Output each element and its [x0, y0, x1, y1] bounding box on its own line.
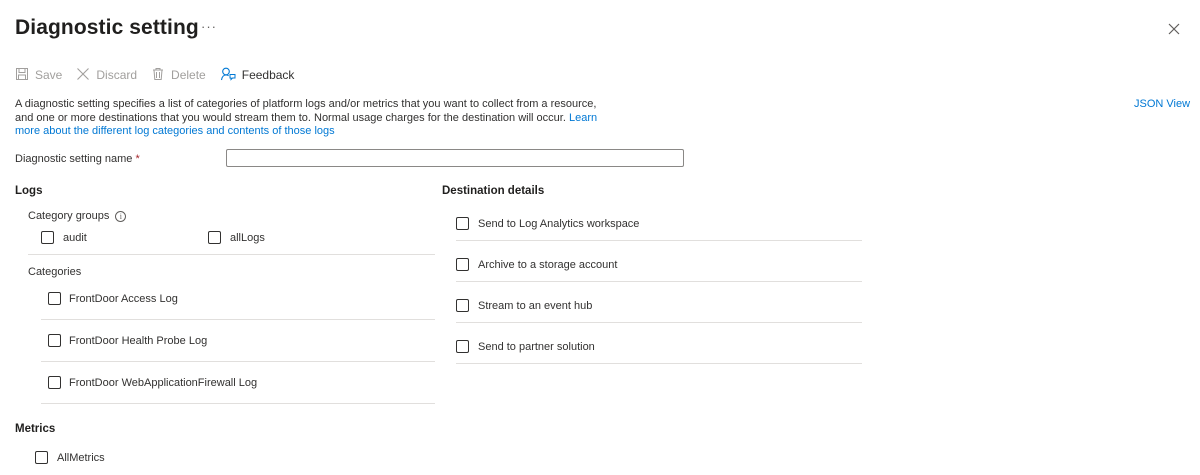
storage-account-label: Archive to a storage account — [478, 258, 618, 271]
description-line-2: and one or more destinations that you wo… — [15, 112, 615, 126]
close-icon[interactable] — [1165, 20, 1183, 38]
divider — [41, 319, 435, 320]
divider — [456, 363, 862, 364]
event-hub-label: Stream to an event hub — [478, 299, 593, 312]
categories-label: Categories — [28, 266, 82, 278]
learn-more-link[interactable]: Learn — [569, 112, 597, 124]
category-item-health-probe-log[interactable]: FrontDoor Health Probe Log — [48, 334, 207, 347]
category-groups-text: Category groups — [28, 210, 110, 222]
save-label: Save — [35, 68, 63, 82]
storage-account-checkbox[interactable] — [456, 258, 469, 271]
alllogs-label: allLogs — [230, 231, 265, 244]
waf-log-label: FrontDoor WebApplicationFirewall Log — [69, 376, 258, 389]
trash-icon — [151, 67, 171, 84]
access-log-label: FrontDoor Access Log — [69, 292, 178, 305]
allmetrics-label: AllMetrics — [57, 451, 105, 464]
health-probe-log-checkbox[interactable] — [48, 334, 61, 347]
setting-name-label-text: Diagnostic setting name — [15, 153, 133, 165]
required-mark: * — [135, 153, 140, 165]
destination-heading: Destination details — [442, 185, 545, 197]
metric-item-allmetrics[interactable]: AllMetrics — [35, 451, 105, 464]
save-icon — [15, 67, 35, 84]
allmetrics-checkbox[interactable] — [35, 451, 48, 464]
health-probe-log-label: FrontDoor Health Probe Log — [69, 334, 208, 347]
log-analytics-checkbox[interactable] — [456, 217, 469, 230]
more-options-button[interactable]: ··· — [201, 19, 217, 34]
metrics-heading: Metrics — [15, 423, 56, 435]
audit-label: audit — [63, 231, 87, 244]
info-icon[interactable]: i — [115, 210, 127, 222]
divider — [41, 403, 435, 404]
partner-solution-checkbox[interactable] — [456, 340, 469, 353]
divider — [456, 322, 862, 323]
destination-item-storage-account[interactable]: Archive to a storage account — [456, 258, 617, 271]
setting-name-label: Diagnostic setting name * — [15, 153, 140, 165]
divider — [456, 281, 862, 282]
audit-checkbox[interactable] — [41, 231, 54, 244]
discard-label: Discard — [96, 68, 138, 82]
destination-item-log-analytics[interactable]: Send to Log Analytics workspace — [456, 217, 639, 230]
divider — [28, 254, 435, 255]
category-groups-label: Category groups i — [28, 210, 127, 222]
destination-item-partner-solution[interactable]: Send to partner solution — [456, 340, 595, 353]
destination-item-event-hub[interactable]: Stream to an event hub — [456, 299, 592, 312]
divider — [41, 361, 435, 362]
log-analytics-label: Send to Log Analytics workspace — [478, 217, 640, 230]
learn-more-link-continued[interactable]: more about the different log categories … — [15, 125, 615, 139]
feedback-button[interactable]: Feedback — [220, 66, 295, 85]
json-view-link[interactable]: JSON View — [1134, 98, 1190, 110]
category-item-access-log[interactable]: FrontDoor Access Log — [48, 292, 178, 305]
discard-icon — [76, 67, 96, 84]
access-log-checkbox[interactable] — [48, 292, 61, 305]
discard-button[interactable]: Discard — [76, 67, 137, 84]
page-title: Diagnostic setting — [15, 16, 199, 39]
save-button[interactable]: Save — [15, 67, 62, 84]
divider — [456, 240, 862, 241]
group-item-alllogs[interactable]: allLogs — [208, 231, 265, 244]
description-line-1: A diagnostic setting specifies a list of… — [15, 98, 597, 110]
delete-label: Delete — [171, 68, 206, 82]
feedback-label: Feedback — [241, 68, 295, 82]
description-text: A diagnostic setting specifies a list of… — [15, 98, 615, 139]
category-item-waf-log[interactable]: FrontDoor WebApplicationFirewall Log — [48, 376, 257, 389]
group-item-audit[interactable]: audit — [41, 231, 87, 244]
alllogs-checkbox[interactable] — [208, 231, 221, 244]
description-line-2-text: and one or more destinations that you wo… — [15, 111, 566, 124]
command-bar: Save Discard Delete Feedback — [15, 64, 308, 86]
waf-log-checkbox[interactable] — [48, 376, 61, 389]
event-hub-checkbox[interactable] — [456, 299, 469, 312]
delete-button[interactable]: Delete — [151, 67, 206, 84]
partner-solution-label: Send to partner solution — [478, 340, 595, 353]
logs-heading: Logs — [15, 185, 43, 197]
feedback-icon — [220, 66, 242, 85]
setting-name-input[interactable] — [226, 149, 684, 167]
